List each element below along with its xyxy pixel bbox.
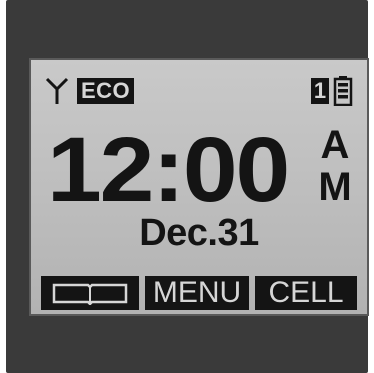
- antenna-icon: [45, 77, 69, 104]
- eco-mode-badge: ECO: [77, 78, 135, 104]
- lcd-screen: ECO 1 12:00 A M Dec.31 MENU CELL: [29, 58, 369, 316]
- time-readout: 12:00: [47, 119, 290, 221]
- phonebook-softkey[interactable]: [41, 276, 139, 310]
- battery-icon: [333, 76, 353, 106]
- clock-display: 12:00 A M: [47, 119, 352, 221]
- am-pm-letter-m: M: [318, 165, 352, 209]
- am-pm-indicator: A M: [317, 124, 353, 208]
- line-number-badge: 1: [311, 78, 329, 104]
- status-bar: ECO 1: [45, 76, 355, 106]
- am-pm-letter-a: A: [320, 123, 350, 167]
- cell-softkey[interactable]: CELL: [255, 276, 357, 310]
- date-readout: Dec.31: [139, 212, 259, 254]
- book-icon: [52, 283, 128, 305]
- menu-softkey[interactable]: MENU: [145, 276, 249, 310]
- softkey-bar: MENU CELL: [41, 276, 357, 310]
